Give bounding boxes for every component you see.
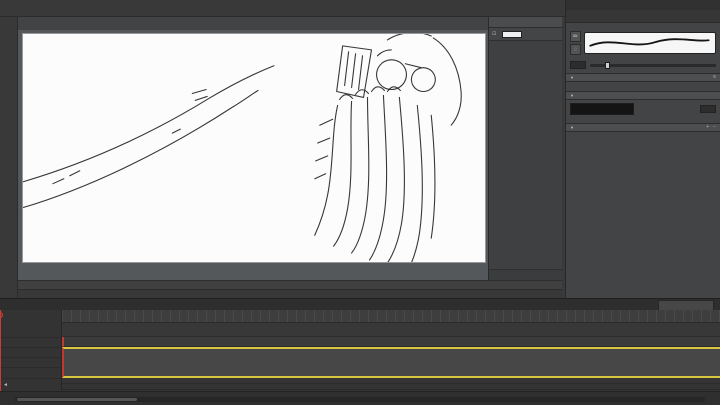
collapse-arrow-icon: ▼ (570, 75, 574, 80)
colour-opacity-value[interactable] (700, 105, 716, 113)
tool-sidebar (0, 17, 18, 298)
layer-opacity-row: ⊡ (489, 28, 562, 41)
sketch-drawing (23, 34, 462, 262)
storyboard-track[interactable] (62, 347, 720, 378)
top-toolbar (0, 0, 565, 17)
collapse-arrow-icon: ▼ (570, 125, 574, 130)
panel-topstrip (566, 0, 720, 10)
audio-tracks[interactable] (62, 378, 720, 391)
brush-stroke-preview (584, 32, 716, 54)
swatches-section-header[interactable]: ▼ + − (566, 123, 720, 132)
storyboard-app-window: ⊡ ✏ ◌ ▼ ≡ ▼ ▼ + − ◄ (0, 0, 720, 405)
timeline-panel: ◄ (0, 298, 720, 405)
stage-view-header (489, 17, 562, 28)
maximum-size-value[interactable] (570, 61, 586, 69)
camera-track[interactable] (62, 337, 720, 347)
playback-toolbar (18, 289, 562, 298)
colour-section-header[interactable]: ▼ (566, 91, 720, 100)
statusbar (18, 280, 562, 289)
add-swatch-icon[interactable]: + (706, 125, 709, 130)
slider-handle[interactable] (605, 61, 611, 69)
storyboard-track-label (0, 347, 61, 357)
eraser-mode-icon[interactable]: ◌ (570, 44, 581, 55)
layer-visibility-icon[interactable]: ⊡ (492, 31, 496, 37)
timeline-tabbar (0, 299, 720, 310)
timeline-left-column: ◄ (0, 310, 62, 391)
collapse-arrow-icon: ▼ (570, 93, 574, 98)
tool-properties-panel: ✏ ◌ ▼ ≡ ▼ ▼ + − (565, 0, 720, 298)
layer-toolbar (489, 269, 562, 280)
maximum-size-slider[interactable] (590, 61, 716, 69)
panel-tabs (566, 10, 720, 23)
presets-section-header[interactable]: ▼ ≡ (566, 73, 720, 82)
playhead[interactable] (0, 310, 1, 391)
stage-view-panel: ⊡ (488, 17, 562, 280)
preset-menu-icon[interactable]: ≡ (713, 75, 716, 80)
timeline-tab[interactable] (658, 300, 714, 310)
scrollbar-thumb[interactable] (17, 397, 137, 401)
opacity-field[interactable] (502, 30, 523, 38)
stage-workspace (18, 17, 488, 280)
brush-mode-icon[interactable]: ✏ (570, 31, 581, 42)
timeline-scrollbar[interactable] (15, 396, 705, 402)
drawing-canvas[interactable] (22, 33, 486, 263)
transport-bar (0, 391, 720, 405)
current-colour-swatch[interactable] (570, 103, 634, 115)
timeline-ruler[interactable] (62, 310, 720, 323)
timeline-track-gap (62, 323, 720, 337)
remove-swatch-icon[interactable]: − (713, 125, 716, 130)
view-controls (18, 17, 488, 30)
speaker-icon[interactable]: ◄ (3, 382, 8, 388)
